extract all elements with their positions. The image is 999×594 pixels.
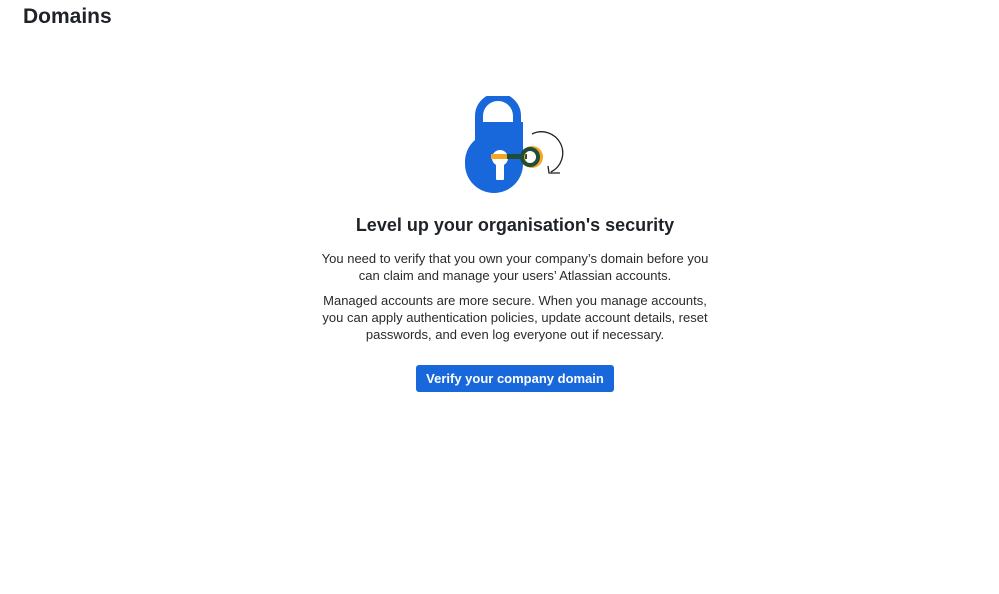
empty-state: Level up your organisation's security Yo… <box>0 93 999 392</box>
domains-page: Domains Level up your organisation's sec… <box>0 0 999 594</box>
verify-company-domain-button[interactable]: Verify your company domain <box>416 365 614 392</box>
empty-state-headline: Level up your organisation's security <box>355 215 675 235</box>
managed-accounts-description: Managed accounts are more secure. When y… <box>322 293 708 342</box>
verify-domain-description: You need to verify that you own your com… <box>321 251 709 283</box>
page-title: Domains <box>23 5 112 28</box>
padlock-key-icon <box>464 93 565 202</box>
